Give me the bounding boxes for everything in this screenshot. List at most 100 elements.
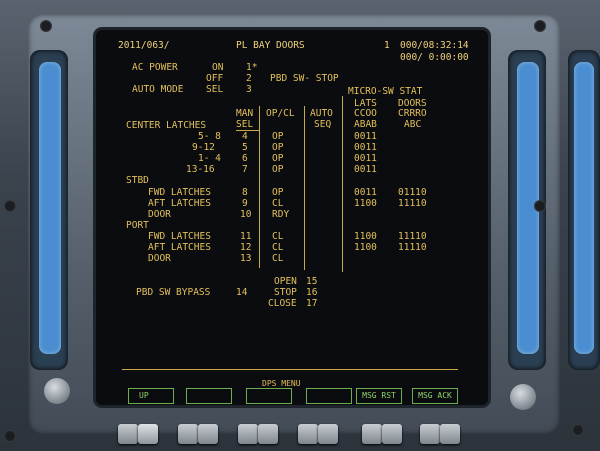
center-latch-item[interactable]: 5 <box>242 142 248 153</box>
stbd-label: STBD <box>126 175 149 186</box>
edge-key-2b[interactable] <box>198 424 218 444</box>
center-latch-opcl: OP <box>272 131 284 142</box>
cdt-clock: 000/ 0:00:00 <box>400 52 469 63</box>
edge-key-4b[interactable] <box>318 424 338 444</box>
function-key-3[interactable] <box>246 388 292 404</box>
sel-header: SEL <box>236 119 254 130</box>
edge-key-1[interactable] <box>118 424 138 444</box>
seq-open-item[interactable]: 15 <box>306 276 317 287</box>
contrast-knob[interactable] <box>510 384 536 410</box>
pbd-sw-bypass-item[interactable]: 14 <box>236 287 247 298</box>
ac-power-label: AC POWER <box>132 62 178 73</box>
stbd-row-lats: 1100 <box>354 198 377 209</box>
doors-codes-2: ABC <box>404 119 422 130</box>
port-row-lats: 1100 <box>354 231 377 242</box>
micro-sw-stat-header: MICRO-SW STAT <box>348 86 423 97</box>
center-latch-name: 1- 4 <box>198 153 221 164</box>
stbd-row-opcl: CL <box>272 198 284 209</box>
port-row-doors: 11110 <box>398 242 427 253</box>
edge-key-5b[interactable] <box>382 424 402 444</box>
msg-ack-button[interactable]: MSG ACK <box>412 388 458 404</box>
stbd-row-item[interactable]: 8 <box>242 187 248 198</box>
ac-power-off-item[interactable]: 2 <box>246 73 252 84</box>
port-row-opcl: CL <box>272 231 284 242</box>
center-latch-item[interactable]: 4 <box>242 131 248 142</box>
lats-codes-2: ABAB <box>354 119 377 130</box>
seq-close-label: CLOSE <box>268 298 297 309</box>
edge-key-2[interactable] <box>178 424 198 444</box>
stbd-row-name: FWD LATCHES <box>148 187 211 198</box>
seq-close-item[interactable]: 17 <box>306 298 317 309</box>
port-row-opcl: CL <box>272 253 284 264</box>
edge-key-5[interactable] <box>362 424 382 444</box>
function-key-2[interactable] <box>186 388 232 404</box>
seq-stop-label: STOP <box>274 287 297 298</box>
port-row-item[interactable]: 13 <box>240 253 251 264</box>
edge-key-6[interactable] <box>420 424 440 444</box>
center-latch-lats: 0011 <box>354 153 377 164</box>
screw-icon <box>572 424 584 436</box>
adjacent-light-bar <box>574 62 594 354</box>
ac-power-off-label: OFF <box>206 73 224 84</box>
stbd-row-opcl: RDY <box>272 209 290 220</box>
menu-divider <box>122 369 458 370</box>
center-latch-item[interactable]: 7 <box>242 164 248 175</box>
port-row-item[interactable]: 11 <box>240 231 251 242</box>
screw-icon <box>40 20 52 32</box>
date-readout: 2011/063/ <box>118 40 170 51</box>
crt-number: 1 <box>384 40 390 51</box>
doors-codes-1: CRRRO <box>398 108 427 119</box>
edge-key-1b[interactable] <box>138 424 158 444</box>
ac-power-on-label: ON <box>212 62 224 73</box>
left-side-panel <box>30 50 68 370</box>
edge-key-6b[interactable] <box>440 424 460 444</box>
met-clock: 000/08:32:14 <box>400 40 469 51</box>
center-latch-opcl: OP <box>272 153 284 164</box>
seq-open-label: OPEN <box>274 276 297 287</box>
stbd-row-doors: 01110 <box>398 187 427 198</box>
center-latch-opcl: OP <box>272 164 284 175</box>
seq-stop-item[interactable]: 16 <box>306 287 317 298</box>
center-latch-opcl: OP <box>272 142 284 153</box>
stbd-row-item[interactable]: 10 <box>240 209 251 220</box>
port-row-name: DOOR <box>148 253 171 264</box>
center-latch-lats: 0011 <box>354 164 377 175</box>
seq-header: SEQ <box>314 119 332 130</box>
pbd-sw-bypass-label: PBD SW BYPASS <box>136 287 211 298</box>
pbd-sw-status: PBD SW- STOP <box>270 73 339 84</box>
port-row-name: AFT LATCHES <box>148 242 211 253</box>
lats-codes-1: CCOO <box>354 108 377 119</box>
center-latch-lats: 0011 <box>354 131 377 142</box>
auto-mode-sel-label: SEL <box>206 84 224 95</box>
screw-icon <box>4 430 16 442</box>
auto-mode-item[interactable]: 3 <box>246 84 252 95</box>
col-divider-2 <box>304 106 305 270</box>
edge-key-4[interactable] <box>298 424 318 444</box>
edge-key-3b[interactable] <box>258 424 278 444</box>
brightness-knob[interactable] <box>44 378 70 404</box>
stbd-row-name: AFT LATCHES <box>148 198 211 209</box>
screw-icon <box>4 200 16 212</box>
function-key-4[interactable] <box>306 388 352 404</box>
auto-mode-label: AUTO MODE <box>132 84 184 95</box>
port-row-opcl: CL <box>272 242 284 253</box>
up-button[interactable]: UP <box>128 388 174 404</box>
port-label: PORT <box>126 220 149 231</box>
edge-key-3[interactable] <box>238 424 258 444</box>
col-divider-1 <box>259 106 260 268</box>
opcl-header: OP/CL <box>266 108 295 119</box>
left-light-bar <box>39 62 61 354</box>
screw-icon <box>534 200 546 212</box>
page-title: PL BAY DOORS <box>236 40 305 51</box>
msg-rst-button[interactable]: MSG RST <box>356 388 402 404</box>
man-header: MAN <box>236 108 254 119</box>
stbd-row-item[interactable]: 9 <box>242 198 248 209</box>
center-latch-name: 5- 8 <box>198 131 221 142</box>
ac-power-on-item[interactable]: 1* <box>246 62 257 73</box>
port-row-doors: 11110 <box>398 231 427 242</box>
adjacent-panel <box>568 50 600 370</box>
center-latches-label: CENTER LATCHES <box>126 120 207 131</box>
center-latch-item[interactable]: 6 <box>242 153 248 164</box>
stbd-row-opcl: OP <box>272 187 284 198</box>
port-row-item[interactable]: 12 <box>240 242 251 253</box>
